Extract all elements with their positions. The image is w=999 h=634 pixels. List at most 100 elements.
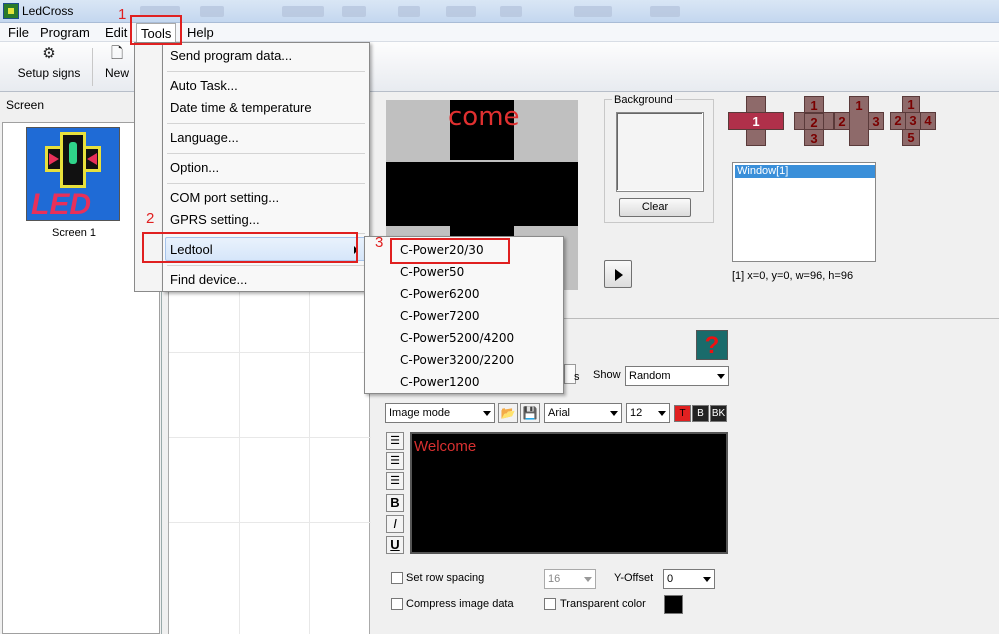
- blurred-region: [446, 6, 476, 17]
- cross-layout-4[interactable]: 1 2 3 4 5: [890, 96, 938, 146]
- mode-select[interactable]: Image mode: [385, 403, 495, 423]
- help-button[interactable]: ?: [696, 330, 728, 360]
- align-right-icon[interactable]: ☰: [386, 472, 404, 490]
- bold-button[interactable]: B: [386, 494, 404, 512]
- window-list[interactable]: Window[1]: [732, 162, 876, 262]
- chevron-down-icon: [717, 374, 725, 379]
- background-image-box[interactable]: [616, 112, 704, 192]
- grid-line: [169, 352, 371, 353]
- submenu-item-cpower7200[interactable]: C-Power7200: [400, 309, 480, 323]
- menu-item-option[interactable]: Option...: [170, 160, 219, 175]
- submenu-item-cpower6200[interactable]: C-Power6200: [400, 287, 480, 301]
- menu-item-date-time-temperature[interactable]: Date time & temperature: [170, 100, 312, 115]
- cross-layout-2-cell: 3: [804, 129, 824, 146]
- transparent-color-checkbox[interactable]: [544, 598, 556, 610]
- menu-separator: [167, 123, 365, 124]
- thumb-led-text-value: LED: [31, 188, 91, 221]
- blurred-region: [282, 6, 324, 17]
- menu-program[interactable]: Program: [38, 25, 92, 40]
- new-document-icon: 🗋: [110, 45, 124, 62]
- toolbar-separator: [92, 48, 93, 86]
- blurred-region: [398, 6, 420, 17]
- menu-item-send-program-data[interactable]: Send program data...: [170, 48, 292, 63]
- menu-separator: [167, 71, 365, 72]
- cross-layout-3[interactable]: 1 2 3: [834, 96, 884, 146]
- submenu-item-cpower3200-2200[interactable]: C-Power3200/2200: [400, 353, 514, 367]
- cross-layout-4-cell: 2: [890, 112, 906, 130]
- thumb-led-text: LED: [31, 188, 91, 222]
- row-spacing-value: 16: [548, 573, 561, 585]
- chevron-down-icon: [584, 577, 592, 582]
- thumb-right-arrow-icon: [87, 153, 97, 165]
- submenu-item-cpower50[interactable]: C-Power50: [400, 265, 464, 279]
- preview-text: come: [448, 102, 520, 132]
- underline-button[interactable]: U: [386, 536, 404, 554]
- text-color-button[interactable]: T: [674, 405, 691, 422]
- y-offset-select[interactable]: 0: [663, 569, 715, 589]
- annotation-step-1: 1: [118, 6, 127, 23]
- blurred-region: [342, 6, 366, 17]
- window-list-item[interactable]: Window[1]: [735, 165, 875, 178]
- save-icon[interactable]: 💾: [520, 403, 540, 423]
- submenu-item-cpower1200[interactable]: C-Power1200: [400, 375, 480, 389]
- setup-signs-button[interactable]: ⚙ Setup signs: [14, 46, 84, 81]
- text-editor[interactable]: Welcome: [410, 432, 728, 554]
- menu-item-com-port-setting[interactable]: COM port setting...: [170, 190, 279, 205]
- align-left-icon[interactable]: ☰: [386, 432, 404, 450]
- set-row-spacing-label: Set row spacing: [406, 572, 485, 584]
- font-size-value: 12: [630, 407, 643, 419]
- cross-layout-1-cell: 1: [728, 112, 784, 130]
- show-label: Show: [593, 369, 621, 381]
- menu-item-gprs-setting[interactable]: GPRS setting...: [170, 212, 260, 227]
- align-center-icon[interactable]: ☰: [386, 452, 404, 470]
- menu-item-language[interactable]: Language...: [170, 130, 239, 145]
- menu-item-auto-task[interactable]: Auto Task...: [170, 78, 238, 93]
- menu-separator: [167, 265, 365, 266]
- y-offset-value: 0: [667, 573, 674, 585]
- clear-button[interactable]: Clear: [619, 198, 691, 217]
- menu-item-find-device[interactable]: Find device...: [170, 272, 247, 287]
- mode-value: Image mode: [389, 407, 451, 419]
- menu-file[interactable]: File: [6, 25, 31, 40]
- cross-layout-2-cell: 1: [804, 96, 824, 113]
- new-button[interactable]: 🗋 New: [100, 45, 134, 81]
- bold-color-button[interactable]: B: [692, 405, 709, 422]
- italic-button[interactable]: I: [386, 515, 404, 533]
- editor-text: Welcome: [414, 438, 477, 455]
- font-value: Arial: [548, 407, 571, 419]
- font-size-select[interactable]: 12: [626, 403, 670, 423]
- transparent-color-label: Transparent color: [560, 598, 646, 610]
- cross-layout-3-cell: 1: [849, 96, 869, 146]
- cross-layout-2[interactable]: 1 2 3: [794, 96, 834, 146]
- play-button[interactable]: [604, 260, 632, 288]
- blurred-region: [574, 6, 612, 17]
- menu-edit[interactable]: Edit: [103, 25, 129, 40]
- cross-layout-3-cells: 1 2 3: [834, 96, 884, 146]
- set-row-spacing-checkbox[interactable]: [391, 572, 403, 584]
- menu-separator: [167, 153, 365, 154]
- cross-layout-1[interactable]: 1: [728, 96, 784, 146]
- cross-layout-4-cell: 5: [902, 129, 920, 146]
- window-title: LedCross: [22, 4, 74, 18]
- y-offset-label: Y-Offset: [614, 572, 654, 584]
- background-color-button[interactable]: BK: [710, 405, 727, 422]
- compress-image-label: Compress image data: [406, 598, 514, 610]
- show-effect-select[interactable]: Random: [625, 366, 729, 386]
- app-icon: [3, 3, 19, 19]
- screen-thumbnail[interactable]: LED: [26, 127, 120, 221]
- cross-layout-3-cell: 3: [868, 112, 884, 130]
- preview-cross-middle: [386, 162, 578, 226]
- menu-separator: [167, 183, 365, 184]
- menu-help[interactable]: Help: [185, 25, 216, 40]
- font-select[interactable]: Arial: [544, 403, 622, 423]
- submenu-item-cpower5200-4200[interactable]: C-Power5200/4200: [400, 331, 514, 345]
- cross-layout-4-cell: 3: [905, 112, 921, 130]
- compress-image-checkbox[interactable]: [391, 598, 403, 610]
- cross-layout-2-cells: 1 2 3: [794, 96, 834, 146]
- transparent-color-swatch[interactable]: [664, 595, 683, 614]
- annotation-step-3: 3: [375, 234, 384, 251]
- setup-signs-label: Setup signs: [17, 66, 81, 80]
- chevron-down-icon: [483, 411, 491, 416]
- open-folder-icon[interactable]: 📂: [498, 403, 518, 423]
- row-spacing-select[interactable]: 16: [544, 569, 596, 589]
